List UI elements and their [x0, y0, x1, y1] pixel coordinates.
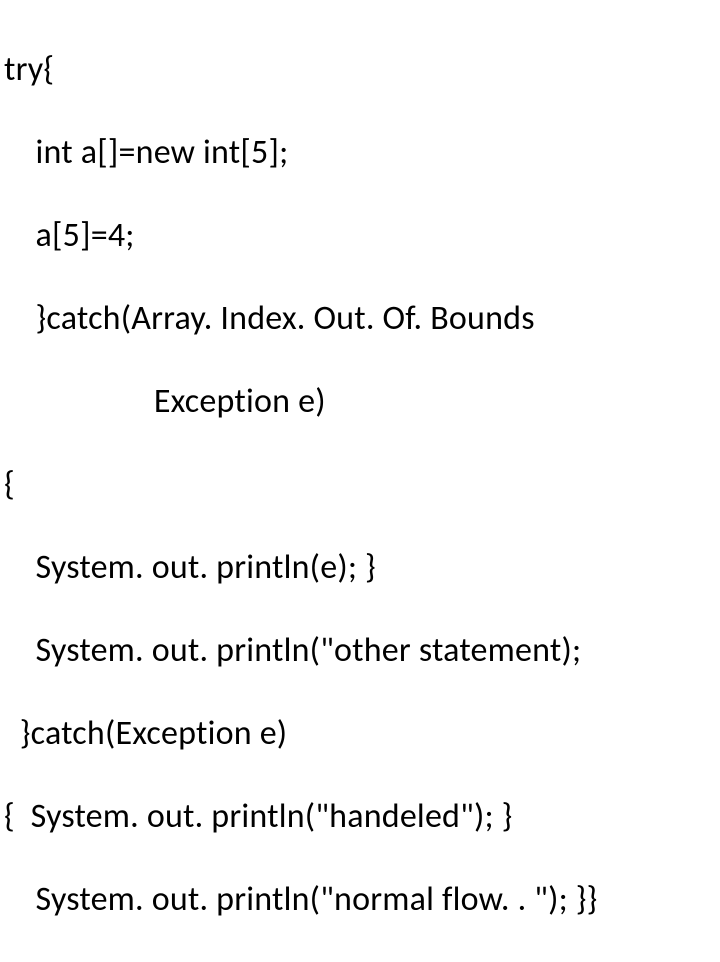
code-line: Exception e): [4, 381, 716, 422]
code-line: }catch(Array. Index. Out. Of. Bounds: [4, 298, 716, 339]
code-line: System. out. println(e); }: [4, 547, 716, 588]
code-line: System. out. println("normal flow. . ");…: [4, 879, 716, 920]
code-line: a[5]=4;: [4, 215, 716, 256]
code-line: {: [4, 464, 716, 505]
code-line: { System. out. println("handeled"); }: [4, 796, 716, 837]
code-line: System. out. println("other statement);: [4, 630, 716, 671]
code-snippet: try{ int a[]=new int[5]; a[5]=4; }catch(…: [4, 8, 716, 962]
code-line: int a[]=new int[5];: [4, 132, 716, 173]
code-line: }catch(Exception e): [4, 713, 716, 754]
code-line: try{: [4, 49, 716, 90]
